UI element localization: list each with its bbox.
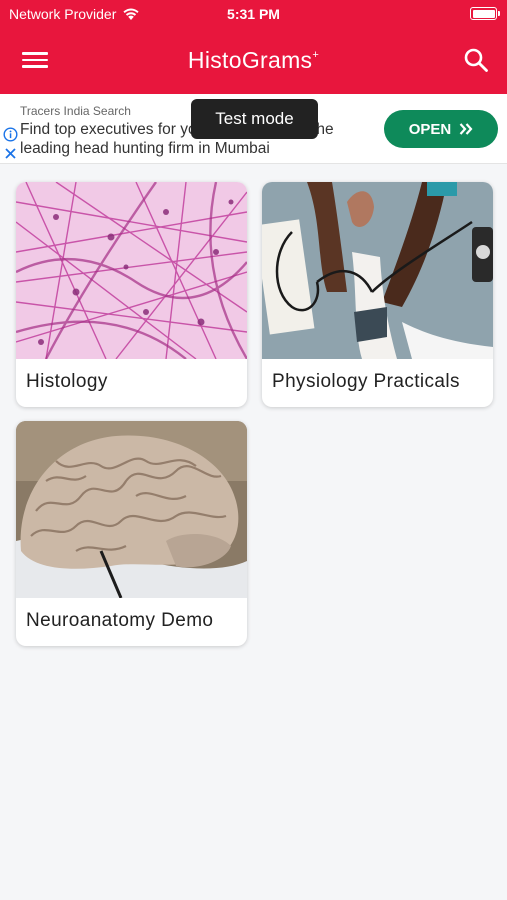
- card-label-histology: Histology: [26, 371, 108, 392]
- histology-image: [16, 182, 247, 359]
- search-icon[interactable]: [463, 47, 489, 73]
- status-time: 5:31 PM: [227, 6, 280, 22]
- card-neuroanatomy-demo[interactable]: Neuroanatomy Demo: [16, 421, 247, 646]
- status-bar: Network Provider 5:31 PM: [0, 0, 507, 28]
- card-physiology-practicals[interactable]: Physiology Practicals: [262, 182, 493, 407]
- ad-close-icon[interactable]: [4, 147, 17, 160]
- test-mode-toast: Test mode: [191, 99, 318, 139]
- neuroanatomy-image: [16, 421, 247, 598]
- card-label-neuroanatomy-demo: Neuroanatomy Demo: [26, 610, 214, 631]
- top-bar: Network Provider 5:31 PM HistoGrams+: [0, 0, 507, 94]
- app-bar: HistoGrams+: [0, 30, 507, 92]
- ad-info-icon[interactable]: [3, 127, 18, 142]
- ad-sponsor: Tracers India Search: [20, 104, 131, 118]
- card-histology[interactable]: Histology: [16, 182, 247, 407]
- physiology-image: [262, 182, 493, 359]
- battery-icon: [470, 7, 500, 20]
- double-chevron-right-icon: [459, 123, 473, 135]
- card-label-physiology-practicals: Physiology Practicals: [272, 371, 460, 392]
- app-title-mark: +: [312, 49, 320, 61]
- app-title: HistoGrams+: [187, 47, 320, 73]
- ad-open-button[interactable]: OPEN: [384, 110, 498, 148]
